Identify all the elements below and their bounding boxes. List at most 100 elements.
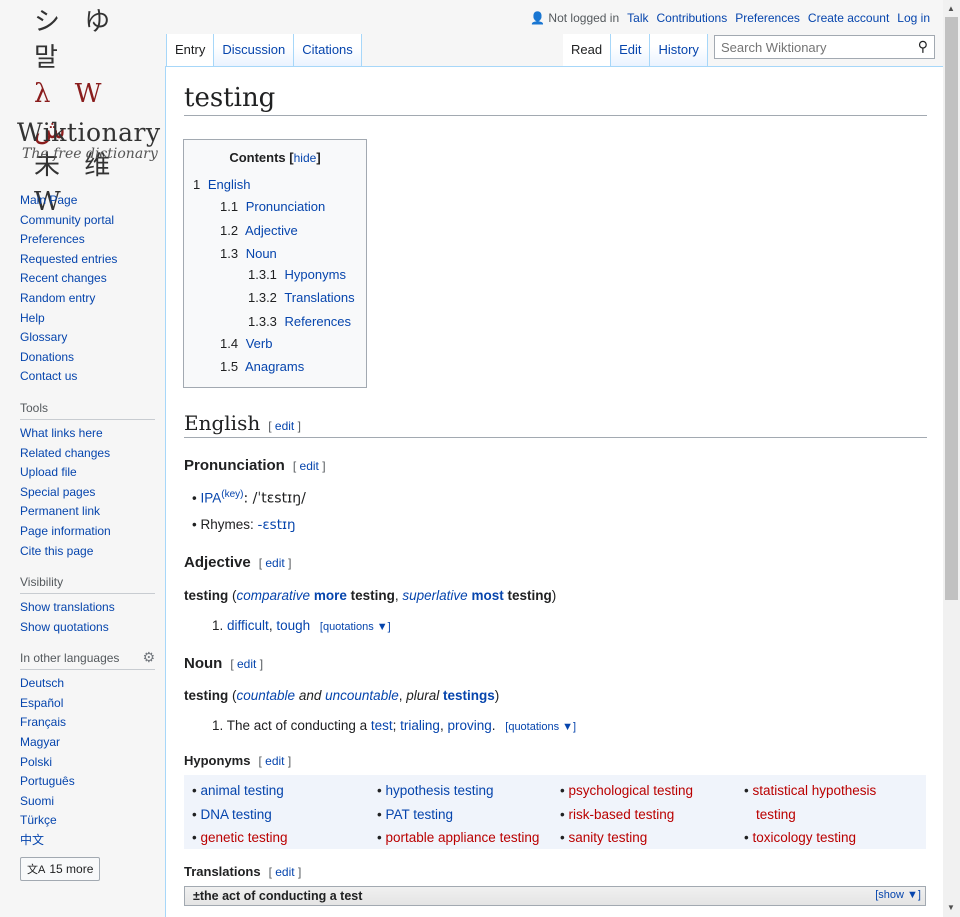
quotations-toggle[interactable]: [quotations ▼] — [505, 721, 576, 733]
scroll-down-arrow-icon[interactable]: ▼ — [947, 903, 955, 912]
hyponym-link[interactable]: risk-based testing — [568, 807, 674, 822]
sidebar-lang-francais[interactable]: Français — [20, 713, 160, 733]
edit-section-link[interactable]: [ edit ] — [293, 459, 326, 473]
edit-link[interactable]: edit — [265, 754, 284, 768]
edit-section-link[interactable]: [ edit ] — [269, 865, 302, 879]
sidebar-lang-espanol[interactable]: Español — [20, 694, 160, 714]
edit-section-link[interactable]: [ edit ] — [259, 556, 292, 570]
sidebar-item-requested-entries[interactable]: Requested entries — [20, 250, 160, 270]
countable-link[interactable]: countable — [237, 688, 296, 703]
create-account-link[interactable]: Create account — [808, 11, 889, 25]
uncountable-link[interactable]: uncountable — [325, 688, 399, 703]
hyponym-link[interactable]: portable appliance testing — [385, 830, 539, 845]
sidebar-item-what-links-here[interactable]: What links here — [20, 424, 160, 444]
superlative-link[interactable]: superlative — [402, 588, 467, 603]
toc-entry[interactable]: 1.3.3 References — [248, 313, 351, 331]
sidebar-item-page-information[interactable]: Page information — [20, 522, 160, 542]
gear-icon[interactable]: ⚙ — [142, 649, 155, 666]
sidebar-item-donations[interactable]: Donations — [20, 348, 160, 368]
more-link[interactable]: more — [314, 588, 347, 603]
toc-hide-link[interactable]: hide — [294, 151, 317, 165]
sidebar-item-show-translations[interactable]: Show translations — [20, 598, 160, 618]
tab-history[interactable]: History — [650, 34, 708, 66]
sidebar-lang-deutsch[interactable]: Deutsch — [20, 674, 160, 694]
sidebar-heading-tools[interactable]: Tools — [20, 401, 155, 420]
sidebar-lang-turkce[interactable]: Türkçe — [20, 811, 160, 831]
hyponym-link[interactable]: animal testing — [200, 783, 283, 798]
toc-entry-label[interactable]: Translations — [284, 290, 354, 305]
ipa-link[interactable]: IPA — [200, 491, 221, 506]
most-link[interactable]: most — [471, 588, 503, 603]
search-input[interactable] — [715, 36, 912, 58]
toc-entry[interactable]: 1.3.1 Hyponyms — [248, 266, 346, 284]
more-languages-button[interactable]: 文A 15 more — [20, 856, 101, 881]
test-link[interactable]: test — [371, 718, 393, 733]
toc-entry[interactable]: 1.5 Anagrams — [220, 358, 304, 376]
hyponym-link[interactable]: hypothesis testing — [385, 783, 493, 798]
edit-link[interactable]: edit — [275, 419, 294, 433]
toc-entry-label[interactable]: References — [285, 314, 351, 329]
scrollbar[interactable]: ▲ ▼ — [943, 0, 960, 917]
sidebar-item-glossary[interactable]: Glossary — [20, 328, 160, 348]
sidebar-lang-polski[interactable]: Polski — [20, 753, 160, 773]
toc-entry-label[interactable]: Pronunciation — [246, 199, 326, 214]
hyponym-link[interactable]: testing — [756, 807, 796, 822]
sidebar-item-show-quotations[interactable]: Show quotations — [20, 618, 160, 638]
hyponym-link[interactable]: psychological testing — [568, 783, 693, 798]
difficult-link[interactable]: difficult — [227, 618, 269, 633]
sidebar-heading-visibility[interactable]: Visibility — [20, 575, 155, 595]
tab-citations[interactable]: Citations — [294, 34, 362, 66]
toc-entry-label[interactable]: Anagrams — [245, 359, 304, 374]
edit-section-link[interactable]: [ edit ] — [268, 419, 301, 433]
toc-entry[interactable]: 1.3.2 Translations — [248, 289, 355, 307]
hyponym-link[interactable]: DNA testing — [200, 807, 271, 822]
wiktionary-logo[interactable]: シ ゆ 말 λ W ش 未 维 W Wiktionary The free di… — [0, 0, 165, 217]
search-icon[interactable]: ⚲ — [918, 38, 928, 55]
toc-entry[interactable]: 1 English — [193, 176, 251, 194]
hyponym-link[interactable]: statistical hypothesis — [752, 783, 876, 798]
edit-section-link[interactable]: [ edit ] — [230, 657, 263, 671]
edit-link[interactable]: edit — [300, 459, 319, 473]
sidebar-lang-chinese[interactable]: 中文 — [20, 831, 160, 851]
tab-discussion[interactable]: Discussion — [214, 34, 295, 66]
hyponym-link[interactable]: PAT testing — [385, 807, 453, 822]
log-in-link[interactable]: Log in — [897, 11, 930, 25]
toc-entry[interactable]: 1.4 Verb — [220, 335, 272, 353]
scrollbar-thumb[interactable] — [945, 17, 958, 600]
toc-entry[interactable]: 1.2 Adjective — [220, 222, 298, 240]
sidebar-item-permanent-link[interactable]: Permanent link — [20, 502, 160, 522]
sidebar-heading-languages[interactable]: In other languages ⚙ — [20, 649, 155, 671]
toc-entry-label[interactable]: Noun — [246, 246, 277, 261]
sidebar-item-help[interactable]: Help — [20, 309, 160, 329]
toc-entry-label[interactable]: Verb — [246, 336, 273, 351]
tab-entry[interactable]: Entry — [167, 34, 215, 66]
sidebar-item-related-changes[interactable]: Related changes — [20, 444, 160, 464]
hyponym-link[interactable]: genetic testing — [200, 830, 287, 845]
toc-entry-label[interactable]: English — [208, 177, 251, 192]
contributions-link[interactable]: Contributions — [656, 11, 727, 25]
sidebar-item-upload-file[interactable]: Upload file — [20, 463, 160, 483]
tab-read[interactable]: Read — [563, 34, 612, 66]
sidebar-lang-suomi[interactable]: Suomi — [20, 792, 160, 812]
sidebar-item-community-portal[interactable]: Community portal — [20, 211, 160, 231]
hyponym-link[interactable]: sanity testing — [568, 830, 647, 845]
sidebar-lang-magyar[interactable]: Magyar — [20, 733, 160, 753]
sidebar-item-special-pages[interactable]: Special pages — [20, 483, 160, 503]
ipa-key-link[interactable]: (key) — [221, 489, 243, 500]
proving-link[interactable]: proving — [447, 718, 491, 733]
comparative-link[interactable]: comparative — [237, 588, 311, 603]
sidebar-item-preferences[interactable]: Preferences — [20, 230, 160, 250]
edit-link[interactable]: edit — [275, 865, 294, 879]
sidebar-item-main-page[interactable]: Main Page — [20, 191, 160, 211]
hyponym-link[interactable]: toxicology testing — [752, 830, 856, 845]
toc-entry-label[interactable]: Hyponyms — [285, 267, 346, 282]
sidebar-item-cite-this-page[interactable]: Cite this page — [20, 542, 160, 562]
translation-table-header[interactable]: ±the act of conducting a test [show ▼] — [184, 886, 926, 906]
show-translations-toggle[interactable]: [show ▼] — [875, 889, 921, 901]
rhymes-link[interactable]: -ɛstɪŋ — [258, 517, 296, 533]
edit-link[interactable]: edit — [237, 657, 256, 671]
sidebar-item-recent-changes[interactable]: Recent changes — [20, 269, 160, 289]
preferences-link[interactable]: Preferences — [735, 11, 800, 25]
edit-link[interactable]: edit — [265, 556, 284, 570]
talk-link[interactable]: Talk — [627, 11, 648, 25]
